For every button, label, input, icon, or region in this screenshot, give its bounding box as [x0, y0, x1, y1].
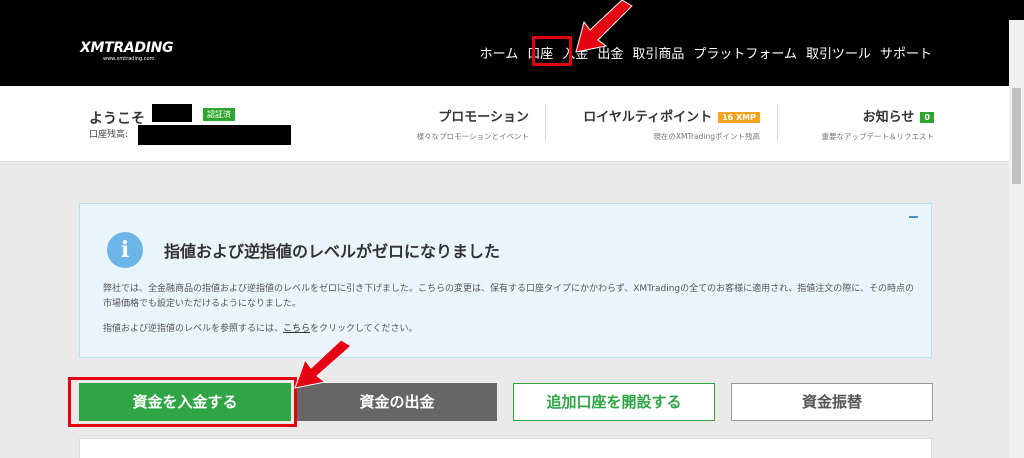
- scrollbar-thumb[interactable]: [1012, 88, 1021, 184]
- open-account-button[interactable]: 追加口座を開設する: [513, 383, 715, 421]
- redacted-balance: [138, 125, 291, 145]
- notices-badge: 0: [920, 112, 934, 123]
- balance-label: 口座残高:: [89, 130, 129, 140]
- welcome-text: ようこそ: [89, 111, 145, 127]
- promotion-stat[interactable]: プロモーション 様々なプロモーションとイベント: [417, 106, 529, 142]
- notices-sub: 重要なアップデート＆リクエスト: [821, 132, 935, 141]
- loyalty-stat[interactable]: ロイヤルティポイント 16 XMP 現在のXMTradingポイント残高: [583, 106, 760, 142]
- notice-link-line: 指値および逆指値のレベルを参照するには、こちらをクリックしてください。: [103, 321, 418, 334]
- deposit-highlight-box: [68, 377, 297, 427]
- notice-link-prefix: 指値および逆指値のレベルを参照するには、: [103, 324, 284, 334]
- notice-link-suffix: をクリックしてください。: [310, 324, 418, 334]
- logo-subtitle: www.xmtrading.com: [103, 56, 155, 62]
- top-black-strip: [0, 0, 1024, 20]
- loyalty-badge: 16 XMP: [718, 112, 760, 123]
- stat-divider-1: [545, 104, 546, 140]
- transfer-button[interactable]: 資金振替: [731, 383, 933, 421]
- notices-stat[interactable]: お知らせ 0 重要なアップデート＆リクエスト: [821, 106, 935, 142]
- content-panel: [79, 438, 932, 458]
- info-icon: i: [107, 232, 143, 268]
- nav-item-instruments[interactable]: 取引商品: [632, 43, 684, 62]
- notices-title: お知らせ: [862, 110, 915, 125]
- logo[interactable]: XMTRADING: [80, 40, 174, 56]
- promotion-title: プロモーション: [438, 110, 529, 125]
- verified-badge: 認証済: [203, 108, 235, 121]
- nav-item-tools[interactable]: 取引ツール: [806, 43, 871, 62]
- redacted-username: [152, 104, 192, 122]
- nav-item-support[interactable]: サポート: [880, 43, 932, 62]
- collapse-icon[interactable]: [909, 216, 918, 218]
- nav-item-platforms[interactable]: プラットフォーム: [693, 43, 797, 62]
- notice-body: 弊社では、全金融商品の指値および逆指値のレベルをゼロに引き下げました。こちらの変…: [103, 284, 914, 309]
- stat-divider-2: [777, 104, 778, 140]
- notice-title: 指値および逆指値のレベルがゼロになりました: [164, 242, 501, 261]
- arrow-icon-nav: [575, 0, 633, 53]
- loyalty-sub: 現在のXMTradingポイント残高: [653, 132, 760, 141]
- loyalty-title: ロイヤルティポイント: [583, 110, 713, 125]
- nav-item-home[interactable]: ホーム: [480, 43, 519, 62]
- arrow-icon-deposit: [294, 340, 352, 389]
- notice-link[interactable]: こちら: [283, 324, 310, 334]
- notice-panel: [79, 203, 932, 358]
- nav-deposit-highlight-box: [532, 36, 572, 66]
- promotion-sub: 様々なプロモーションとイベント: [416, 132, 529, 141]
- scrollbar-track[interactable]: [1009, 20, 1024, 458]
